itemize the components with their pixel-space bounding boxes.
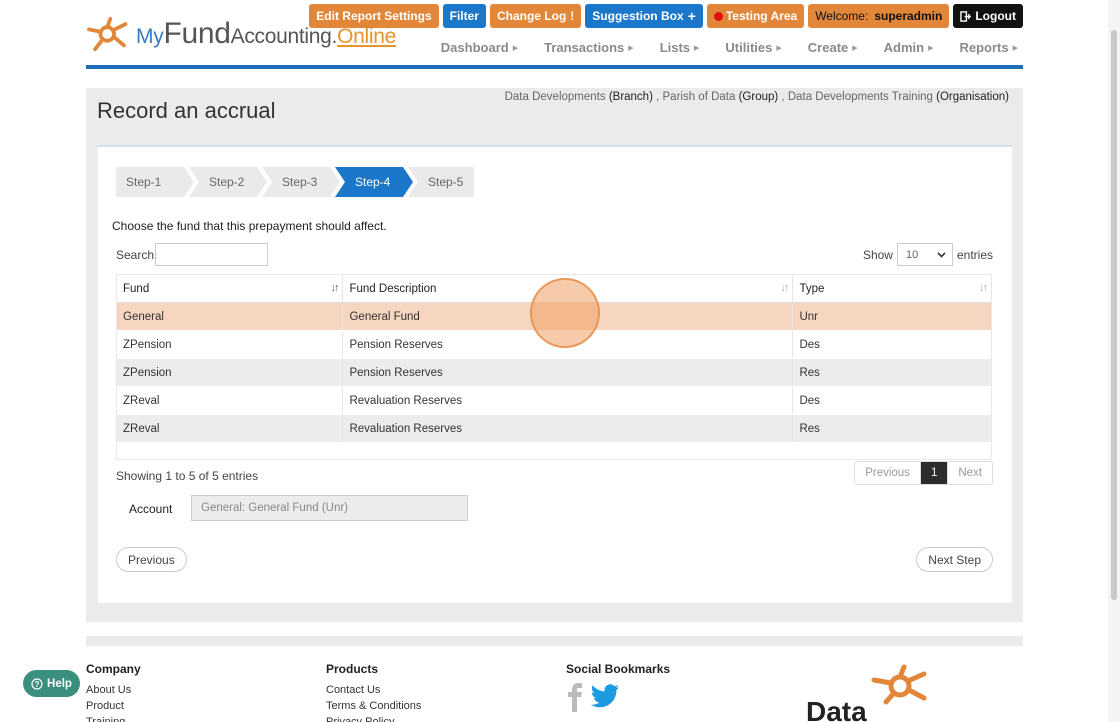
svg-text:?: ?: [35, 680, 40, 689]
sort-icon: ↓↑: [979, 282, 988, 294]
search-label: Search:: [116, 248, 158, 262]
nav-admin[interactable]: Admin ▶: [858, 40, 934, 55]
footer-link-product[interactable]: Product: [86, 698, 141, 714]
cell-description: Revaluation Reserves: [343, 415, 794, 442]
column-header-fund[interactable]: Fund ↓↑: [117, 275, 344, 302]
table-footer: [117, 443, 991, 459]
welcome-user-button[interactable]: Welcome: superadmin: [808, 4, 950, 28]
nav-utilities[interactable]: Utilities ▶: [699, 40, 781, 55]
cell-type: Des: [799, 338, 820, 351]
table-row[interactable]: ZReval Revaluation Reserves Res: [117, 415, 991, 443]
footer-link-contact[interactable]: Contact Us: [326, 682, 421, 698]
nav-lists[interactable]: Lists ▶: [634, 40, 700, 55]
cell-type: Des: [799, 394, 820, 407]
table-row[interactable]: ZReval Revaluation Reserves Des: [117, 387, 991, 415]
next-step-button[interactable]: Next Step: [916, 547, 993, 572]
footer-link-privacy[interactable]: Privacy Policy: [326, 714, 421, 722]
sort-ascending-icon: ↓↑: [330, 282, 339, 294]
sort-icon: ↓↑: [780, 282, 789, 294]
footer-social: Social Bookmarks: [566, 662, 670, 712]
facebook-icon[interactable]: [566, 682, 584, 712]
pagination-next[interactable]: Next: [948, 462, 992, 484]
footer-products: Products Contact Us Terms & Conditions P…: [326, 662, 421, 722]
wizard-steps: Step-1 Step-2 Step-3 Step-4 Step-5: [116, 167, 479, 197]
instruction-text: Choose the fund that this prepayment sho…: [112, 219, 387, 233]
page-container: Record an accrual Data Developments (Bra…: [86, 88, 1023, 622]
step-2[interactable]: Step-2: [189, 167, 267, 197]
data-logo-text: Data: [806, 696, 867, 722]
wizard-card: Step-1 Step-2 Step-3 Step-4 Step-5 Choos…: [98, 145, 1012, 603]
change-log-button[interactable]: Change Log!: [489, 4, 582, 28]
top-toolbar: Edit Report Settings Filter Change Log! …: [309, 4, 1023, 28]
chevron-down-icon: [937, 251, 946, 258]
organisation-breadcrumb: Data Developments (Branch) , Parish of D…: [504, 91, 1009, 103]
cell-fund: ZPension: [117, 331, 344, 358]
footer-divider: [86, 636, 1023, 646]
step-4[interactable]: Step-4: [335, 167, 413, 197]
footer-link-terms[interactable]: Terms & Conditions: [326, 698, 421, 714]
cell-description: Revaluation Reserves: [343, 387, 794, 414]
cell-description: Pension Reserves: [343, 359, 794, 386]
column-header-type[interactable]: Type ↓↑: [793, 275, 991, 302]
previous-step-button[interactable]: Previous: [116, 547, 187, 572]
pagination-previous[interactable]: Previous: [855, 462, 921, 484]
twitter-icon[interactable]: [590, 684, 620, 710]
cell-fund: ZPension: [117, 359, 344, 386]
step-3[interactable]: Step-3: [262, 167, 340, 197]
caret-right-icon: ▶: [1012, 44, 1018, 52]
nav-create[interactable]: Create ▶: [782, 40, 858, 55]
page-length-control: Show 10 entries: [863, 243, 993, 266]
data-developments-logo: Data: [806, 664, 936, 722]
exclamation-icon: !: [570, 9, 575, 23]
cell-fund: ZReval: [117, 415, 344, 442]
filter-button[interactable]: Filter: [442, 4, 486, 28]
cell-type: Res: [799, 366, 820, 379]
cell-type: Unr: [799, 310, 818, 323]
status-dot-icon: [713, 11, 723, 21]
nav-transactions[interactable]: Transactions ▶: [518, 40, 634, 55]
cell-fund: General: [117, 303, 344, 330]
table-row[interactable]: ZPension Pension Reserves Res: [117, 359, 991, 387]
nav-reports[interactable]: Reports ▶: [933, 40, 1018, 55]
page-title: Record an accrual: [97, 98, 276, 123]
step-5[interactable]: Step-5: [408, 167, 474, 197]
footer-link-training[interactable]: Training: [86, 714, 141, 722]
pagination-page-1[interactable]: 1: [920, 462, 949, 484]
page-scrollbar[interactable]: [1108, 0, 1120, 722]
edit-report-settings-button[interactable]: Edit Report Settings: [309, 4, 439, 28]
header-divider: [86, 65, 1023, 69]
cell-fund: ZReval: [117, 387, 344, 414]
page-length-select[interactable]: 10: [896, 243, 953, 266]
footer-company: Company About Us Product Training: [86, 662, 141, 722]
step-1[interactable]: Step-1: [116, 167, 194, 197]
suggestion-box-button[interactable]: Suggestion Box +: [585, 4, 703, 28]
main-nav: Dashboard ▶ Transactions ▶ Lists ▶ Utilitie…: [415, 40, 1018, 55]
click-indicator: [530, 278, 600, 348]
scrollbar-thumb[interactable]: [1111, 30, 1117, 600]
account-label: Account: [129, 502, 173, 516]
footer-link-about[interactable]: About Us: [86, 682, 141, 698]
logo-mark-icon: [87, 16, 128, 52]
plus-icon: +: [687, 8, 696, 24]
nav-dashboard[interactable]: Dashboard ▶: [415, 40, 518, 55]
table-info: Showing 1 to 5 of 5 entries: [116, 469, 259, 483]
account-field: General: General Fund (Unr): [191, 495, 468, 521]
cell-type: Res: [799, 422, 820, 435]
pagination: Previous 1 Next: [854, 461, 993, 485]
question-circle-icon: ?: [31, 677, 43, 690]
help-button[interactable]: ? Help: [23, 670, 80, 697]
logout-button[interactable]: Logout: [953, 4, 1023, 28]
testing-area-button[interactable]: Testing Area: [706, 4, 805, 28]
search-input[interactable]: [155, 243, 268, 266]
logout-icon: [960, 10, 972, 22]
